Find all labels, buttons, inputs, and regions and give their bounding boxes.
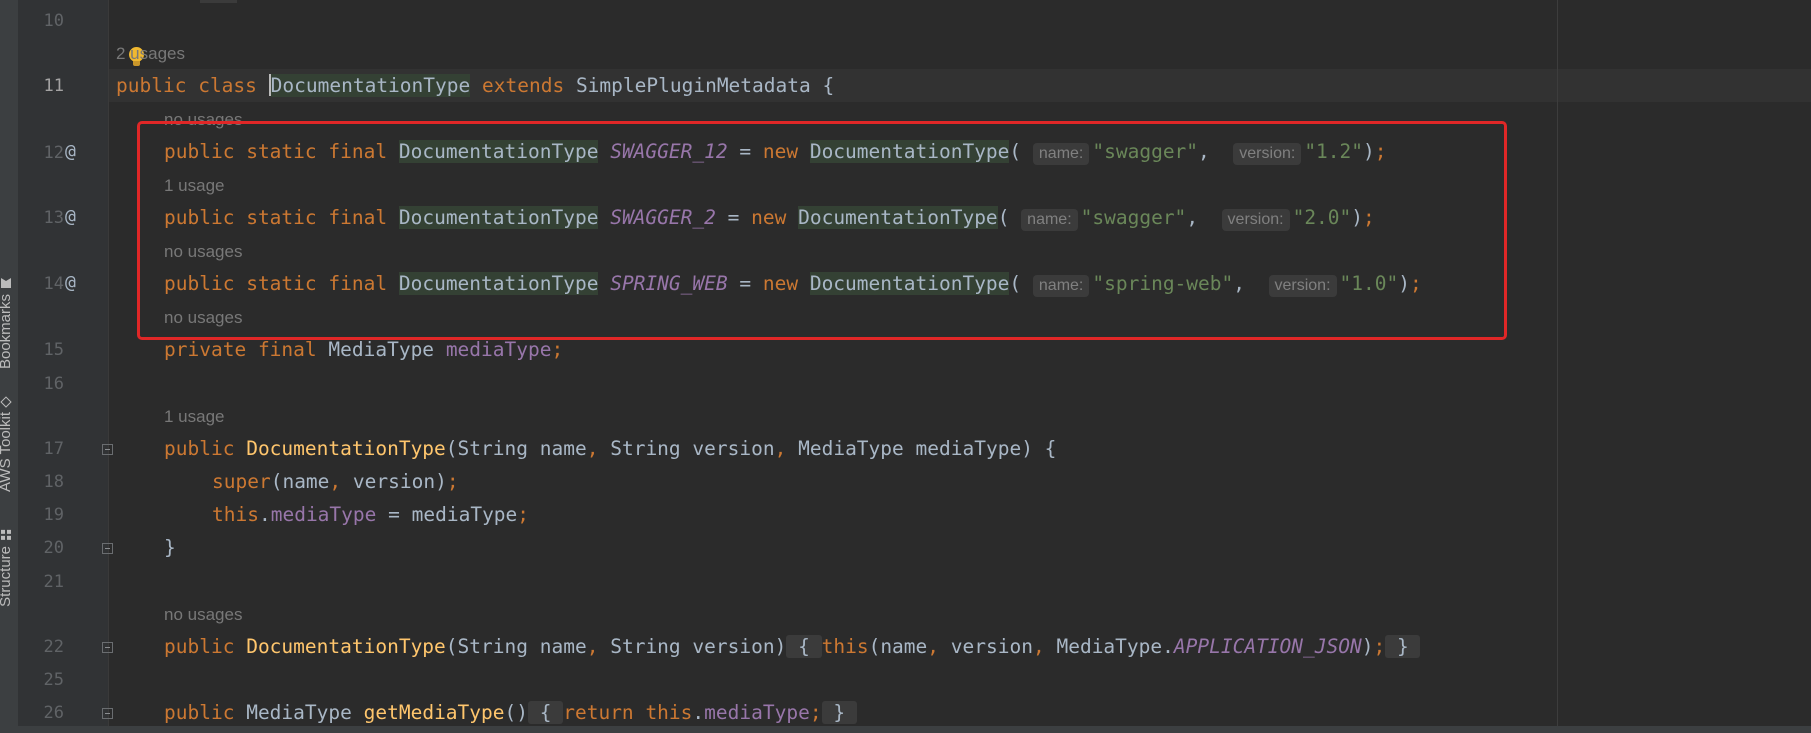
bookmark-icon [1, 278, 11, 288]
gutter-divider [108, 0, 109, 733]
line-number: 15 [43, 340, 64, 360]
fold-toggle-icon[interactable] [102, 444, 113, 455]
bookmarks-label: Bookmarks [0, 294, 14, 370]
code-line-constructor-three-arg[interactable]: public DocumentationType(String name, St… [164, 437, 1056, 461]
left-tool-strip: Bookmarks AWS Toolkit Structure [0, 0, 19, 733]
code-line-media-type-field[interactable]: private final MediaType mediaType; [164, 338, 563, 362]
fold-toggle-icon[interactable] [102, 642, 113, 653]
line-number: 22 [43, 637, 64, 657]
line-number: 18 [43, 472, 64, 492]
code-line-close-brace[interactable]: } [164, 536, 176, 560]
aws-toolkit-label: AWS Toolkit [0, 412, 14, 493]
structure-label: Structure [0, 546, 14, 607]
line-number-current: 11 [43, 76, 64, 96]
override-annotation-icon[interactable]: @ [65, 142, 76, 162]
code-line-getter[interactable]: public MediaType getMediaType() { return… [164, 701, 857, 725]
folded-region-marker [200, 0, 237, 3]
aws-toolkit-tab[interactable]: AWS Toolkit [0, 396, 14, 493]
usages-hint[interactable]: 2 usages [116, 44, 185, 64]
code-line-class-declaration[interactable]: public class DocumentationType extends S… [116, 74, 834, 98]
class-name[interactable]: DocumentationType [270, 74, 471, 97]
bookmarks-tab[interactable]: Bookmarks [0, 278, 14, 369]
override-annotation-icon[interactable]: @ [65, 273, 76, 293]
line-number: 21 [43, 572, 64, 592]
code-line-constructor-two-arg[interactable]: public DocumentationType(String name, St… [164, 635, 1421, 659]
highlight-annotation-box [137, 121, 1507, 340]
line-number: 20 [43, 538, 64, 558]
line-number: 17 [43, 439, 64, 459]
line-number: 25 [43, 670, 64, 690]
usages-hint[interactable]: 1 usage [164, 407, 225, 427]
usages-hint[interactable]: no usages [164, 605, 242, 625]
line-number: 16 [43, 374, 64, 394]
structure-icon [1, 530, 11, 540]
aws-cube-icon [0, 396, 12, 408]
override-annotation-icon[interactable]: @ [65, 207, 76, 227]
right-margin-guide [1557, 0, 1558, 733]
line-number: 14 [43, 274, 64, 294]
line-number: 19 [43, 505, 64, 525]
code-line-assign-media-type[interactable]: this.mediaType = mediaType; [212, 503, 529, 527]
line-number: 13 [43, 208, 64, 228]
line-number: 26 [43, 703, 64, 723]
line-number: 10 [43, 11, 64, 31]
code-line-super-call[interactable]: super(name, version); [212, 470, 459, 494]
structure-tab[interactable]: Structure [0, 530, 14, 607]
horizontal-scrollbar[interactable] [0, 726, 1811, 733]
fold-toggle-icon[interactable] [102, 708, 113, 719]
editor-gutter[interactable] [18, 0, 108, 733]
fold-toggle-icon[interactable] [102, 543, 113, 554]
line-number: 12 [43, 143, 64, 163]
